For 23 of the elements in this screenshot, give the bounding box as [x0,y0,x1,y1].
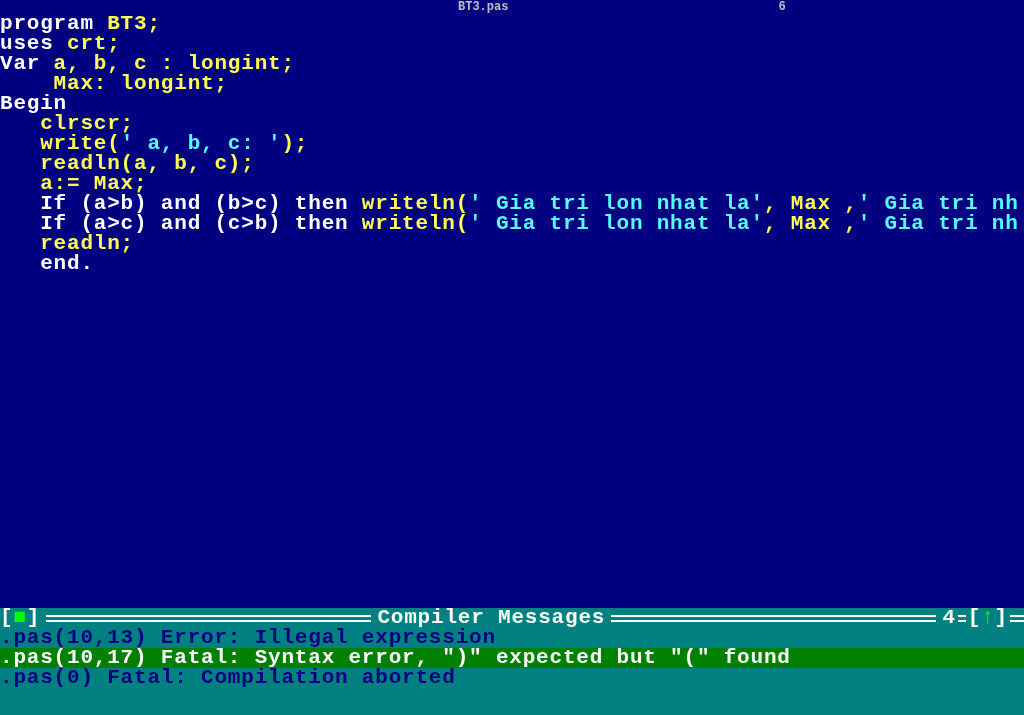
frame-line [1010,614,1024,622]
code-line: write(' a, b, c: '); [39,134,310,154]
close-button[interactable]: [■] [0,608,41,628]
zoom-button[interactable]: [↑] [967,608,1008,628]
code-line: readln(a, b, c); [39,154,256,174]
window-number: 6 [778,0,786,14]
panel-title: Compiler Messages [377,608,606,628]
code-line: uses crt; [0,34,121,54]
message-line[interactable]: .pas(10,13) Error: Illegal expression [0,628,1024,648]
window-title: BT3.pas [458,0,509,14]
code-line: readln; [39,234,135,254]
code-line: Max: longint; [53,74,228,94]
code-line: program BT3; [0,14,162,34]
message-line[interactable]: .pas(0) Fatal: Compilation aborted [0,668,1024,688]
code-line: If (a>b) and (b>c) then writeln(' Gia tri lon nhat la', Max ,' Gia tri nh [39,194,1020,214]
code-line: If (a>c) and (c>b) then writeln(' Gia tri lon nhat la', Max ,' Gia tri nh [39,214,1020,234]
code-line: Var a, b, c : longint; [0,54,296,74]
window-number: 4 [942,608,956,628]
code-line: clrscr; [40,114,136,134]
code-line: a:= Max; [39,174,148,194]
code-line: end. [39,254,94,274]
frame-line [957,614,966,622]
code-line: Begin [0,94,67,114]
